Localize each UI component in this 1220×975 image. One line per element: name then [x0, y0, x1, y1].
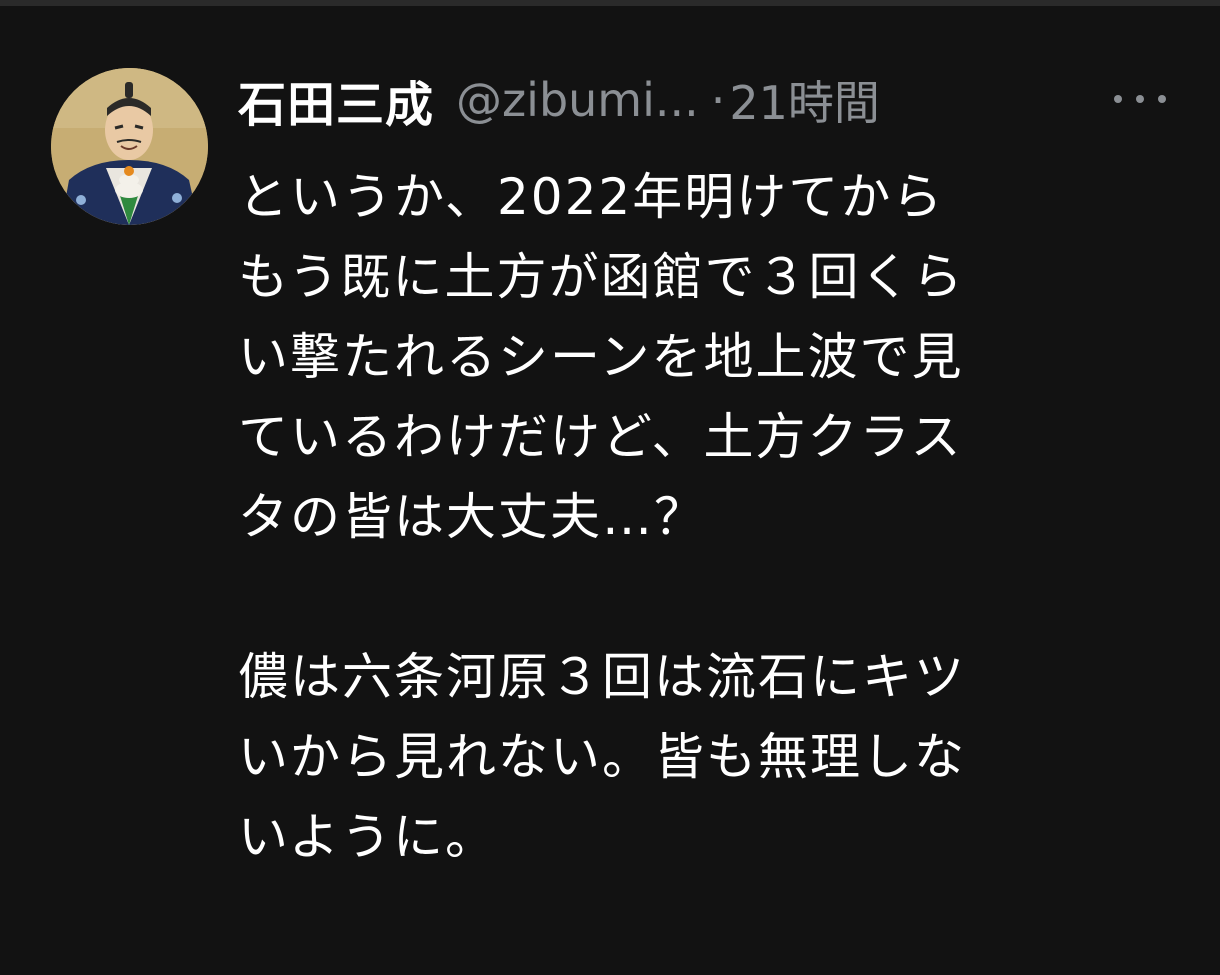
user-handle[interactable]: @zibumi... — [456, 73, 699, 127]
tweet-paragraph-2: 儂は六条河原３回は流石にキツ いから見れない。皆も無理しな いように。 — [238, 637, 1198, 877]
tweet-text-line: 儂は六条河原３回は流石にキツ — [238, 648, 966, 706]
tweet[interactable]: 石田三成 @zibumi... · 21時間 というか、2022年明けてから も… — [0, 0, 1220, 975]
tweet-text-line: もう既に土方が函館で３回くら — [238, 248, 965, 306]
tweet-text-line: というか、2022年明けてから — [238, 168, 945, 226]
timestamp[interactable]: 21時間 — [729, 67, 880, 133]
tweet-header: 石田三成 @zibumi... · 21時間 — [238, 62, 1178, 138]
tweet-paragraph-1: というか、2022年明けてから もう既に土方が函館で３回くら い撃たれるシーンを… — [238, 157, 1198, 557]
tweet-text-line: タの皆は大丈夫…？ — [238, 488, 706, 546]
samurai-portrait-avatar-icon — [51, 68, 208, 225]
tweet-text-line: いから見れない。皆も無理しな — [238, 728, 966, 786]
tweet-text-line: ているわけだけど、土方クラス — [238, 408, 963, 466]
display-name[interactable]: 石田三成 — [238, 65, 434, 135]
avatar[interactable] — [51, 68, 208, 225]
more-options-icon-dot — [1136, 95, 1144, 103]
tweet-text-line: い撃たれるシーンを地上波で見 — [238, 328, 964, 386]
tweet-text-line: いように。 — [238, 808, 497, 866]
header-separator: · — [710, 73, 726, 127]
more-options-button[interactable] — [1108, 76, 1172, 122]
more-options-icon-dot — [1158, 95, 1166, 103]
more-options-icon — [1114, 95, 1122, 103]
tweet-body: というか、2022年明けてから もう既に土方が函館で３回くら い撃たれるシーンを… — [238, 157, 1198, 877]
